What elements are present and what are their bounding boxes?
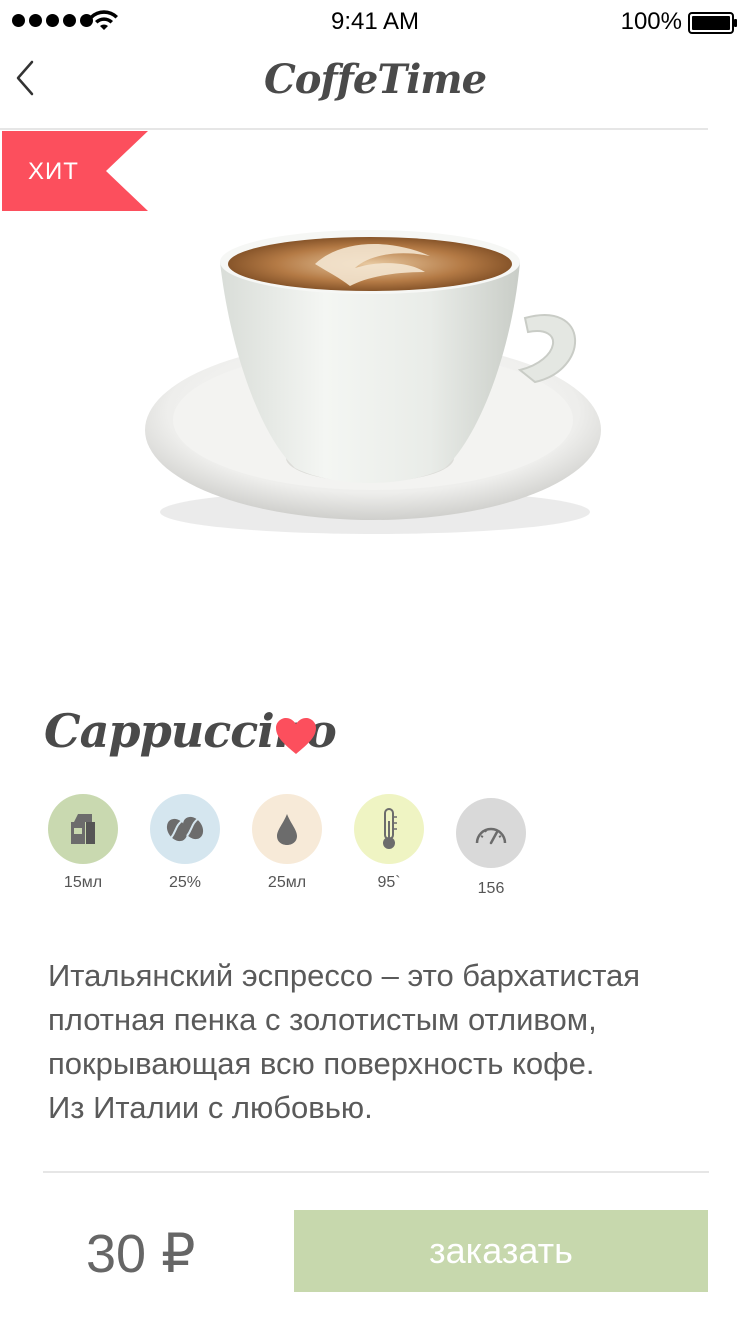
stat-coffee: 25% [150,794,220,892]
favorite-button[interactable] [274,716,318,756]
stat-strength-circle [456,798,526,868]
hit-badge-label: ХИТ [28,158,79,185]
description-line: покрывающая всю поверхность кофе. [48,1046,595,1081]
product-description: Итальянский эспрессо – это бархатистая п… [48,954,728,1130]
coffee-beans-icon [166,816,204,842]
thermometer-icon [383,808,397,849]
description-line: Итальянский эспрессо – это бархатистая [48,958,641,993]
header-divider [0,128,708,130]
stat-water-value: 25мл [267,874,307,891]
stat-milk-circle [48,794,118,864]
speedometer-icon [475,827,507,845]
stat-strength: 156 [456,798,526,898]
stat-coffee-value: 25% [168,874,202,891]
order-button[interactable]: заказать [294,1210,708,1292]
stat-strength-value: 156 [477,880,505,897]
battery-icon [688,12,737,34]
stat-temperature-value: 95` [377,874,401,891]
stat-temperature-circle [354,794,424,864]
battery-percent: 100% [620,8,682,35]
stat-coffee-circle [150,794,220,864]
stat-water: 25мл [252,794,322,892]
water-drop-icon [277,814,297,845]
heart-icon [276,718,316,754]
price-label: 30 ₽ [86,1224,196,1284]
app-title: CoffeTime [263,56,487,103]
description-line: плотная пенка с золотистым отливом, [48,1002,597,1037]
stat-milk-value: 15мл [63,874,103,891]
stat-milk: 15мл [48,794,118,892]
stat-temperature: 95` [354,794,424,892]
description-line: Из Италии с любовью. [48,1090,373,1125]
cappuccino-cup-image [145,230,601,534]
milk-carton-icon [71,814,95,844]
status-bar: 9:41 AM 100% [0,0,750,44]
stat-water-circle [252,794,322,864]
footer-divider [43,1171,709,1173]
